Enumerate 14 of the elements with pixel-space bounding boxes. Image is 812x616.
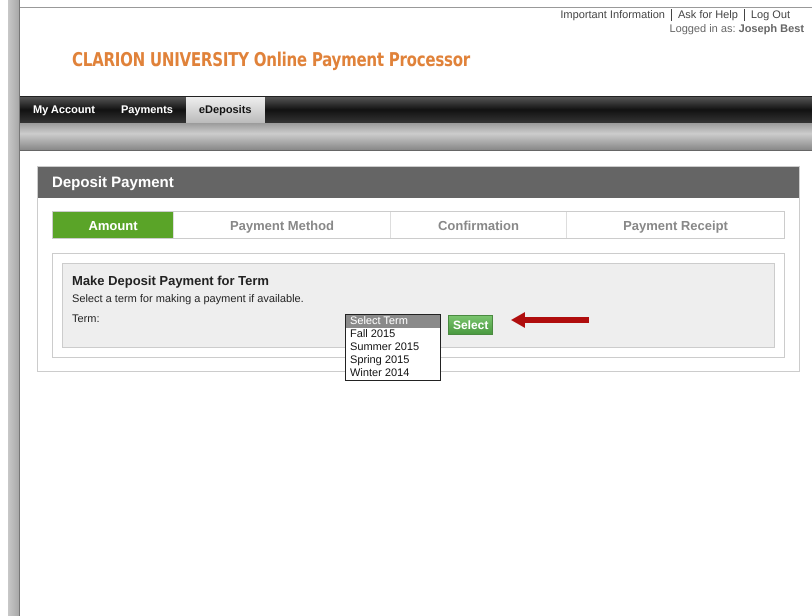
header-link[interactable]: Log Out bbox=[744, 9, 796, 21]
header-link[interactable]: Ask for Help bbox=[670, 9, 744, 21]
panel-title: Deposit Payment bbox=[38, 167, 799, 198]
arrow-icon bbox=[511, 312, 589, 328]
section-description: Select a term for making a payment if available. bbox=[72, 293, 305, 305]
section-heading: Make Deposit Payment for Term bbox=[72, 273, 270, 288]
header-link[interactable]: Important Information bbox=[554, 9, 671, 21]
term-dropdown-list[interactable]: Select Term Fall 2015 Summer 2015 Spring 2015 Winter 2014 bbox=[345, 314, 441, 381]
nav-tab[interactable]: eDeposits bbox=[186, 97, 264, 123]
nav-tab[interactable]: Payments bbox=[108, 97, 186, 123]
login-status: Logged in as: Joseph Best bbox=[669, 22, 805, 35]
nav-tab[interactable]: My Account bbox=[20, 97, 108, 123]
site-logo: CLARION UNIVERSITY Online Payment Processor bbox=[72, 49, 472, 71]
term-label: Term: bbox=[72, 313, 100, 325]
